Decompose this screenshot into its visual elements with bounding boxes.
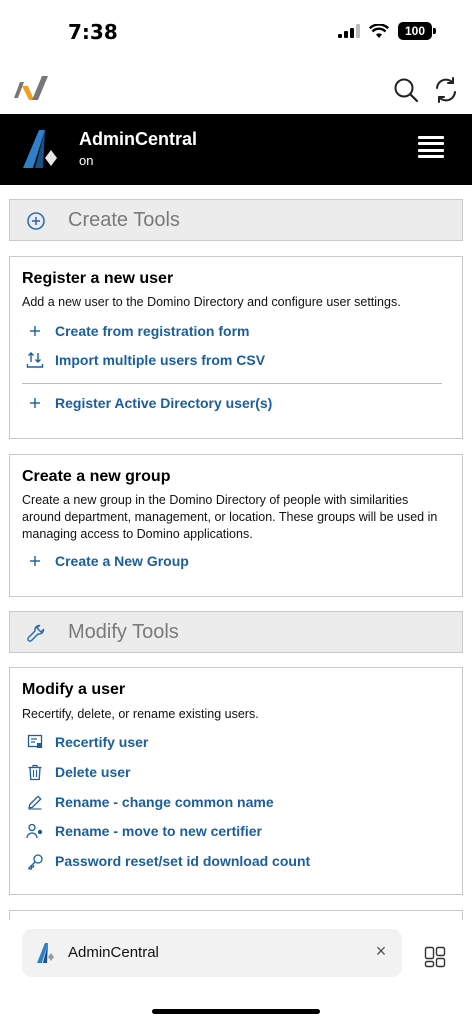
password-reset-link[interactable]: Password reset/set id download count bbox=[26, 850, 310, 872]
action-label: Recertify user bbox=[55, 734, 149, 750]
modify-tools-title: Modify Tools bbox=[68, 621, 179, 643]
create-group-card: Create a new group Create a new group in… bbox=[9, 454, 463, 597]
recertify-user-link[interactable]: Recertify user bbox=[26, 731, 148, 753]
action-label: Create from registration form bbox=[55, 323, 250, 339]
create-from-form-link[interactable]: Create from registration form bbox=[26, 320, 249, 342]
browser-toolbar bbox=[0, 62, 472, 114]
key-icon bbox=[26, 852, 44, 870]
card-description: Add a new user to the Domino Directory a… bbox=[22, 295, 401, 309]
register-user-card: Register a new user Add a new user to th… bbox=[9, 256, 463, 439]
card-description: Recertify, delete, or rename existing us… bbox=[22, 707, 259, 721]
battery-indicator: 100 bbox=[398, 22, 436, 40]
action-label: Register Active Directory user(s) bbox=[55, 395, 273, 411]
signal-icon bbox=[338, 24, 360, 38]
card-title: Create a new group bbox=[22, 468, 171, 485]
plus-circle-icon bbox=[27, 212, 45, 230]
wrench-icon bbox=[27, 624, 45, 642]
import-csv-link[interactable]: Import multiple users from CSV bbox=[26, 349, 265, 371]
rename-common-name-link[interactable]: Rename - change common name bbox=[26, 791, 274, 813]
tabs-overview-icon[interactable] bbox=[424, 946, 446, 968]
card-title: Register a new user bbox=[22, 270, 174, 287]
action-label: Rename - move to new certifier bbox=[55, 823, 262, 839]
wifi-icon bbox=[369, 23, 389, 38]
plus-icon bbox=[26, 552, 44, 570]
create-new-group-link[interactable]: Create a New Group bbox=[26, 550, 189, 572]
plus-icon bbox=[26, 394, 44, 412]
plus-icon bbox=[26, 322, 44, 340]
modify-user-card: Modify a user Recertify, delete, or rena… bbox=[9, 667, 463, 895]
delete-user-link[interactable]: Delete user bbox=[26, 761, 130, 783]
status-bar: 7:38 100 bbox=[0, 0, 472, 62]
import-icon bbox=[26, 351, 44, 369]
app-logo-icon bbox=[23, 130, 57, 168]
modify-tools-section[interactable]: Modify Tools bbox=[9, 611, 463, 653]
card-description: Create a new group in the Domino Directo… bbox=[22, 493, 438, 541]
create-tools-section[interactable]: Create Tools bbox=[9, 199, 463, 241]
certificate-icon bbox=[26, 733, 44, 751]
app-header: AdminCentral on bbox=[0, 114, 472, 185]
action-label: Rename - change common name bbox=[55, 794, 274, 810]
refresh-icon[interactable] bbox=[432, 76, 460, 104]
status-time: 7:38 bbox=[68, 20, 118, 44]
status-icons: 100 bbox=[338, 22, 436, 40]
trash-icon bbox=[26, 763, 44, 781]
open-tab[interactable]: AdminCentral × bbox=[22, 929, 402, 977]
app-subtitle: on bbox=[79, 153, 94, 168]
tab-label: AdminCentral bbox=[68, 944, 159, 961]
browser-bottom-bar: AdminCentral × bbox=[0, 920, 472, 1024]
home-indicator bbox=[152, 1009, 320, 1014]
card-title: Modify a user bbox=[22, 681, 126, 698]
app-logo-icon bbox=[37, 943, 54, 963]
search-icon[interactable] bbox=[392, 76, 420, 104]
site-logo-icon[interactable] bbox=[12, 72, 52, 104]
pencil-icon bbox=[26, 793, 44, 811]
action-label: Password reset/set id download count bbox=[55, 853, 311, 869]
hamburger-menu-icon[interactable] bbox=[418, 136, 444, 158]
rename-new-certifier-link[interactable]: Rename - move to new certifier bbox=[26, 820, 262, 842]
divider bbox=[22, 383, 442, 384]
register-ad-users-link[interactable]: Register Active Directory user(s) bbox=[26, 392, 272, 414]
close-icon[interactable]: × bbox=[372, 941, 390, 962]
create-tools-title: Create Tools bbox=[68, 209, 180, 231]
user-move-icon bbox=[26, 822, 44, 840]
action-label: Delete user bbox=[55, 764, 131, 780]
app-title: AdminCentral bbox=[79, 129, 198, 149]
action-label: Import multiple users from CSV bbox=[55, 352, 266, 368]
action-label: Create a New Group bbox=[55, 553, 189, 569]
